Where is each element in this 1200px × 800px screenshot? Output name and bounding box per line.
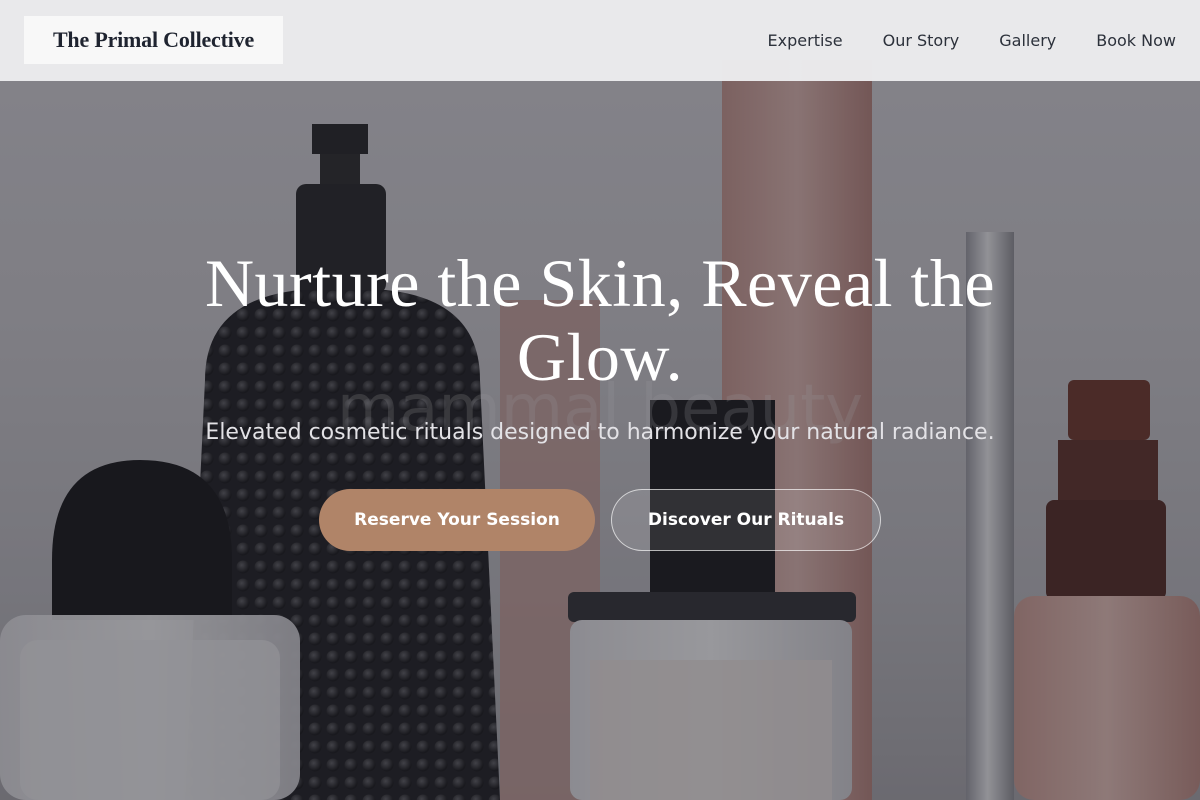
brand-logo[interactable]: The Primal Collective xyxy=(24,16,283,64)
nav-link-expertise[interactable]: Expertise xyxy=(768,31,843,50)
hero-section: Nurture the Skin, Reveal the Glow. Eleva… xyxy=(0,0,1200,800)
reserve-session-button[interactable]: Reserve Your Session xyxy=(319,489,595,551)
landing-page: mammal beauty The Primal Collective Expe… xyxy=(0,0,1200,800)
nav-link-our-story[interactable]: Our Story xyxy=(883,31,960,50)
nav-link-book-now[interactable]: Book Now xyxy=(1096,31,1176,50)
hero-subheadline: Elevated cosmetic rituals designed to ha… xyxy=(205,420,995,445)
main-nav: Expertise Our Story Gallery Book Now xyxy=(768,0,1176,81)
hero-headline: Nurture the Skin, Reveal the Glow. xyxy=(204,245,996,395)
site-header: The Primal Collective Expertise Our Stor… xyxy=(0,0,1200,81)
discover-rituals-button[interactable]: Discover Our Rituals xyxy=(611,489,881,551)
nav-link-gallery[interactable]: Gallery xyxy=(999,31,1056,50)
